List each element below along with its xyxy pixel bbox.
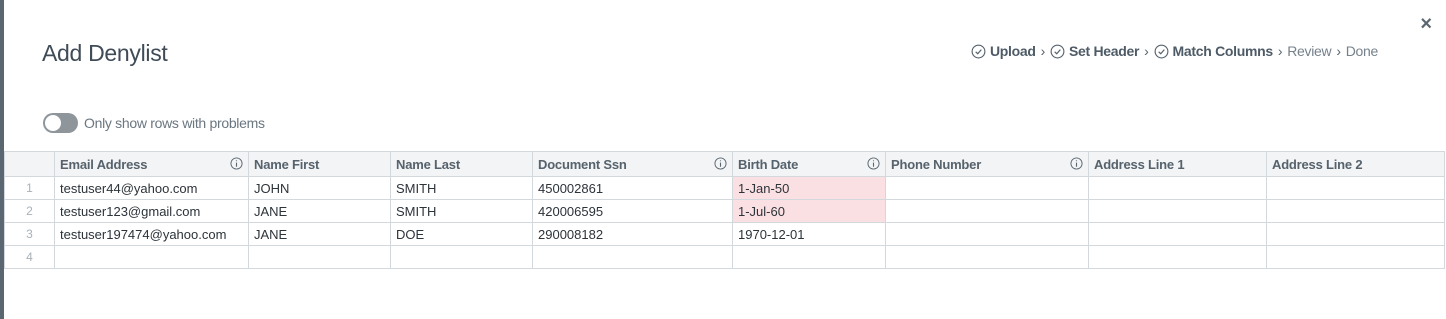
column-header[interactable]: Address Line 1 <box>1088 151 1267 177</box>
table-cell[interactable] <box>1088 245 1267 269</box>
column-header-label: Phone Number <box>891 156 982 172</box>
column-header-label: Address Line 2 <box>1272 156 1363 172</box>
column-header[interactable]: Birth Date <box>732 151 886 177</box>
table-cell[interactable] <box>1266 222 1445 246</box>
row-number-header <box>4 151 55 177</box>
column-header[interactable]: Address Line 2 <box>1266 151 1445 177</box>
column-header-label: Email Address <box>60 156 148 172</box>
table-cell[interactable] <box>1088 199 1267 223</box>
toggle-knob <box>45 115 61 131</box>
table-cell[interactable] <box>532 245 733 269</box>
step-match-columns[interactable]: Match Columns <box>1154 43 1273 59</box>
table-row: 1 testuser44@yahoo.com JOHN SMITH 450002861 1… <box>4 176 1445 200</box>
table-cell[interactable]: 450002861 <box>532 176 733 200</box>
step-separator: › <box>1040 43 1046 59</box>
step-separator: › <box>1144 43 1149 59</box>
info-icon[interactable] <box>230 157 243 170</box>
table-cell[interactable]: 1-Jul-60 <box>732 199 886 223</box>
table-cell[interactable]: SMITH <box>390 176 533 200</box>
table-cell[interactable]: testuser44@yahoo.com <box>54 176 249 200</box>
problems-filter: Only show rows with problems <box>43 113 265 133</box>
stepper: Upload › Set Header › Match Columns › Review › D… <box>971 43 1378 59</box>
table-cell[interactable] <box>1266 176 1445 200</box>
table-cell[interactable]: 1970-12-01 <box>732 222 886 246</box>
step-label: Done <box>1345 43 1379 59</box>
step-label: Match Columns <box>1172 43 1274 59</box>
column-header-label: Name Last <box>396 156 460 172</box>
column-header-label: Address Line 1 <box>1094 156 1185 172</box>
table-cell[interactable]: testuser197474@yahoo.com <box>54 222 249 246</box>
table-cell[interactable] <box>1088 222 1267 246</box>
info-icon[interactable] <box>867 157 880 170</box>
table-cell[interactable] <box>732 245 886 269</box>
step-label: Set Header <box>1069 43 1140 59</box>
step-label: Upload <box>989 43 1036 59</box>
table-cell[interactable]: 1-Jan-50 <box>732 176 886 200</box>
check-circle-icon <box>971 44 986 58</box>
row-number: 1 <box>4 176 55 200</box>
table-cell[interactable]: 290008182 <box>532 222 733 246</box>
check-circle-icon <box>1154 44 1168 58</box>
header-row: Email Address Name First Name Last Document… <box>4 151 1445 177</box>
problems-toggle-label: Only show rows with problems <box>84 115 265 131</box>
table-cell[interactable] <box>1088 176 1267 200</box>
table-cell[interactable] <box>390 245 533 269</box>
table-cell[interactable]: DOE <box>390 222 533 246</box>
row-number: 4 <box>4 245 55 269</box>
add-denylist-modal: × Add Denylist Upload › Set Header › Match C… <box>4 0 1446 319</box>
table-cell[interactable] <box>54 245 249 269</box>
step-set-header[interactable]: Set Header <box>1050 43 1139 59</box>
table-cell[interactable] <box>248 245 391 269</box>
table-cell[interactable] <box>885 245 1089 269</box>
page-title: Add Denylist <box>42 40 168 66</box>
column-header[interactable]: Phone Number <box>885 151 1089 177</box>
row-number: 2 <box>4 199 55 223</box>
column-header-label: Name First <box>254 156 320 172</box>
row-number: 3 <box>4 222 55 246</box>
step-label: Review <box>1287 43 1332 59</box>
table-cell[interactable] <box>885 199 1089 223</box>
column-header[interactable]: Document Ssn <box>532 151 733 177</box>
table-row: 3 testuser197474@yahoo.com JANE DOE 29000818… <box>4 222 1445 246</box>
column-header[interactable]: Name Last <box>390 151 533 177</box>
table-row: 4 <box>4 245 1445 269</box>
column-header-label: Document Ssn <box>538 156 627 172</box>
table-cell[interactable] <box>1266 245 1445 269</box>
table-cell[interactable] <box>885 176 1089 200</box>
table-cell[interactable] <box>885 222 1089 246</box>
column-header-label: Birth Date <box>738 156 799 172</box>
column-header[interactable]: Email Address <box>54 151 249 177</box>
problems-toggle[interactable] <box>43 113 78 133</box>
step-review[interactable]: Review <box>1287 43 1331 59</box>
table-cell[interactable]: JANE <box>248 199 391 223</box>
table-row: 2 testuser123@gmail.com JANE SMITH 420006595… <box>4 199 1445 223</box>
step-done[interactable]: Done <box>1345 43 1379 59</box>
step-separator: › <box>1336 43 1341 59</box>
table-cell[interactable]: SMITH <box>390 199 533 223</box>
step-separator: › <box>1277 43 1283 59</box>
table-cell[interactable]: JOHN <box>248 176 391 200</box>
table-cell[interactable]: 420006595 <box>532 199 733 223</box>
info-icon[interactable] <box>714 157 727 170</box>
close-icon[interactable]: × <box>1420 14 1432 34</box>
column-header[interactable]: Name First <box>248 151 391 177</box>
check-circle-icon <box>1050 44 1065 58</box>
table-cell[interactable] <box>1266 199 1445 223</box>
info-icon[interactable] <box>1070 157 1083 170</box>
table-cell[interactable]: testuser123@gmail.com <box>54 199 249 223</box>
step-upload[interactable]: Upload <box>971 43 1036 59</box>
table-cell[interactable]: JANE <box>248 222 391 246</box>
data-grid: Email Address Name First Name Last Document… <box>4 151 1445 269</box>
